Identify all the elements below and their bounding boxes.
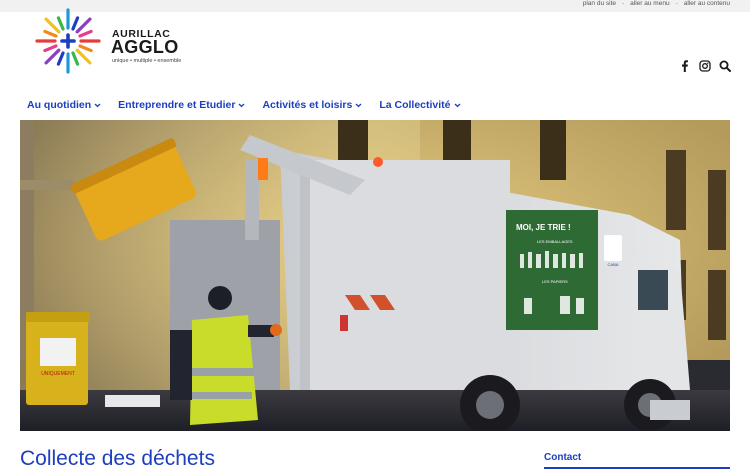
- truck-panel-line2: LES PAPIERS: [542, 279, 568, 284]
- go-to-content-link[interactable]: aller au contenu: [684, 0, 730, 8]
- instagram-icon[interactable]: [699, 60, 711, 72]
- logo-ray: [71, 51, 80, 66]
- nav-item-label: Entreprendre et Etudier: [118, 99, 236, 111]
- site-map-link[interactable]: plan du site: [583, 0, 616, 8]
- logo-ray: [56, 16, 65, 31]
- logo-ray: [75, 48, 92, 65]
- bin-sign-text: UNIQUEMENT: [41, 371, 75, 377]
- nav-item-activites-loisirs[interactable]: Activités et loisirs: [262, 99, 362, 111]
- hero-photo: UNIQUEMENT MOI, JE TRIE ! LES EMBALLAGES…: [20, 120, 730, 431]
- nav-item-label: Au quotidien: [27, 99, 92, 111]
- main-navigation: Au quotidien Entreprendre et Etudier Act…: [27, 99, 478, 111]
- chevron-down-icon: [355, 103, 362, 107]
- nav-item-la-collectivite[interactable]: La Collectivité: [379, 99, 460, 111]
- contact-heading[interactable]: Contact: [544, 452, 730, 463]
- social-links: [679, 60, 731, 72]
- logo-ray: [43, 44, 58, 53]
- logo-burst-icon: [35, 8, 101, 74]
- page-title: Collecte des déchets: [20, 447, 215, 470]
- nav-item-entreprendre-etudier[interactable]: Entreprendre et Etudier: [118, 99, 245, 111]
- logo-ray: [43, 29, 58, 38]
- garbage-truck-illustration: UNIQUEMENT MOI, JE TRIE ! LES EMBALLAGES…: [20, 120, 730, 431]
- logo-ray: [78, 29, 93, 38]
- go-to-menu-link[interactable]: aller au menu: [630, 0, 669, 8]
- contact-divider: [544, 467, 730, 469]
- facebook-icon[interactable]: [679, 60, 691, 72]
- chevron-down-icon: [94, 103, 101, 107]
- logo-ray: [56, 51, 65, 66]
- contact-section: Contact: [544, 452, 730, 469]
- logo-ray: [44, 17, 61, 34]
- truck-panel-line1: LES EMBALLAGES: [537, 239, 573, 244]
- site-logo[interactable]: AURILLAC AGGLO unique • multiple • ensem…: [33, 6, 183, 76]
- chevron-down-icon: [454, 103, 460, 107]
- search-icon[interactable]: [719, 60, 731, 72]
- truck-logo-text: CABA: [608, 262, 619, 267]
- logo-ray: [44, 48, 61, 65]
- skip-links: plan du site - aller au menu - aller au …: [583, 0, 730, 8]
- link-separator: -: [675, 0, 678, 7]
- logo-ray: [71, 16, 80, 31]
- nav-item-au-quotidien[interactable]: Au quotidien: [27, 99, 101, 111]
- logo-line-agglo: AGGLO: [111, 37, 179, 57]
- link-separator: -: [622, 0, 625, 7]
- nav-item-label: La Collectivité: [379, 99, 451, 111]
- logo-tagline: unique • multiple • ensemble: [112, 58, 182, 64]
- truck-panel-title: MOI, JE TRIE !: [516, 223, 571, 232]
- logo-ray: [78, 44, 93, 53]
- chevron-down-icon: [238, 103, 245, 107]
- logo-ray: [75, 17, 92, 34]
- nav-item-label: Activités et loisirs: [262, 99, 353, 111]
